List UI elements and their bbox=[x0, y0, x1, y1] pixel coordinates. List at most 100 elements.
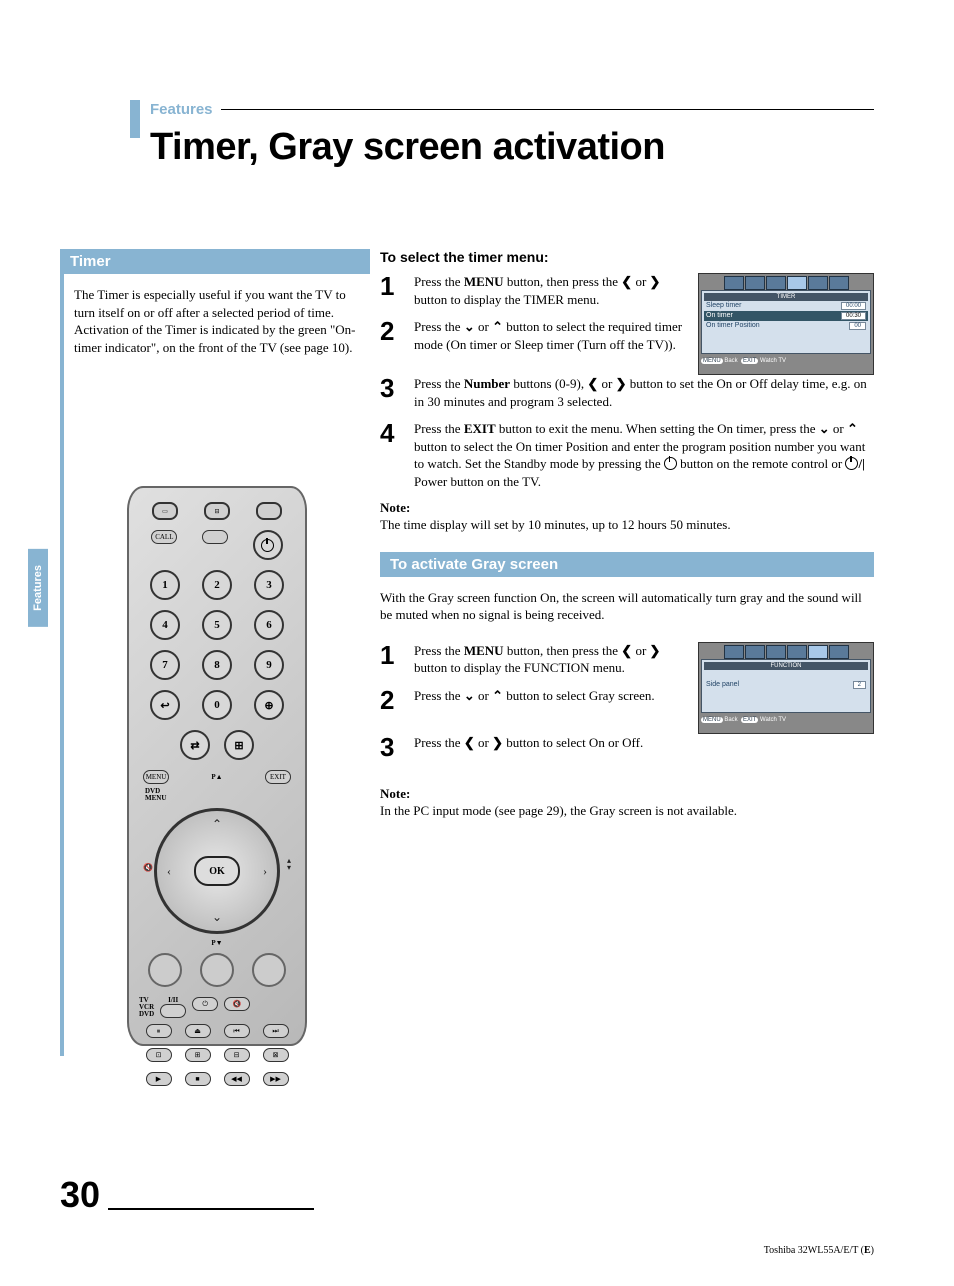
remote-btn-blank bbox=[256, 502, 282, 520]
vol-icon: 🔇 bbox=[143, 863, 153, 872]
arrow-up-icon: ⌃ bbox=[212, 817, 222, 832]
remote-btn-exit: EXIT bbox=[265, 770, 291, 784]
color-btn-red bbox=[148, 953, 182, 987]
color-btn-green bbox=[200, 953, 234, 987]
remote-btn-9: 9 bbox=[254, 650, 284, 680]
timer-step-1: Press the MENU button, then press the ❮ … bbox=[414, 273, 688, 308]
remote-btn-0: 0 bbox=[202, 690, 232, 720]
osd-row-label: On timer bbox=[706, 312, 733, 320]
remote-btn-tt1: ⊞ bbox=[185, 1048, 211, 1062]
remote-btn-rec: ⊡ bbox=[146, 1048, 172, 1062]
remote-btn-rew: ◀◀ bbox=[224, 1072, 250, 1086]
gray-step-3: Press the ❮ or ❯ button to select On or … bbox=[414, 734, 874, 760]
step-num-g2: 2 bbox=[380, 687, 414, 713]
timer-step-2: Press the ⌄ or ⌃ button to select the re… bbox=[414, 318, 688, 353]
remote-btn-7: 7 bbox=[150, 650, 180, 680]
page-title: Timer, Gray screen activation bbox=[150, 126, 874, 169]
gray-intro: With the Gray screen function On, the sc… bbox=[380, 589, 874, 624]
remote-btn-play: ▶ bbox=[146, 1072, 172, 1086]
step-num-1: 1 bbox=[380, 273, 414, 308]
step-num-3: 3 bbox=[380, 375, 414, 410]
osd-function: FUNCTION Side panel 2 MENU Back EXIT Watc… bbox=[698, 642, 874, 734]
remote-btn-picture-icon: ▭ bbox=[152, 502, 178, 520]
osd-timer: TIMER Sleep timer00:00 On timer00:30 On … bbox=[698, 273, 874, 375]
osd-row-value: 00:00 bbox=[841, 302, 866, 310]
remote-btn-next: ⏭ bbox=[263, 1024, 289, 1038]
remote-btn-tt2: ⊟ bbox=[224, 1048, 250, 1062]
osd-tab-icon bbox=[829, 645, 849, 659]
side-tab-features: Features bbox=[28, 549, 48, 627]
remote-dpad: ⌃ ⌄ ‹ › OK 🔇 ▴▾ bbox=[154, 808, 280, 934]
model-footer: Toshiba 32WL55A/E/T (E) bbox=[764, 1245, 874, 1256]
category-label: Features bbox=[150, 101, 213, 118]
select-timer-header: To select the timer menu: bbox=[380, 249, 874, 265]
remote-btn-teletext-icon: ⊟ bbox=[204, 502, 230, 520]
remote-label-pdown: P▼ bbox=[139, 940, 295, 947]
osd-foot-watch: Watch TV bbox=[760, 717, 786, 723]
remote-btn-eject: ⏏ bbox=[185, 1024, 211, 1038]
remote-btn-menu: MENU bbox=[143, 770, 169, 784]
remote-btn-ff: ▶▶ bbox=[263, 1072, 289, 1086]
osd-row-label: On timer Position bbox=[706, 322, 760, 330]
page-number-rule bbox=[108, 1208, 314, 1210]
osd-func-title: FUNCTION bbox=[704, 662, 868, 670]
remote-btn-4: 4 bbox=[150, 610, 180, 640]
vol-updown-icon: ▴▾ bbox=[287, 857, 291, 871]
osd-tab-icon bbox=[808, 645, 828, 659]
osd-tab-icon bbox=[745, 645, 765, 659]
power-icon bbox=[261, 539, 274, 552]
arrow-right-icon: › bbox=[263, 864, 267, 879]
osd-foot-exit: EXIT bbox=[741, 717, 758, 723]
step-num-g3: 3 bbox=[380, 734, 414, 760]
remote-btn-pause: ⏸ bbox=[146, 1024, 172, 1038]
osd-foot-menu: MENU bbox=[701, 717, 723, 723]
step-num-g1: 1 bbox=[380, 642, 414, 677]
gray-step-1: Press the MENU button, then press the ❮ … bbox=[414, 642, 688, 677]
osd-row-value: 2 bbox=[853, 681, 866, 689]
remote-btn-3: 3 bbox=[254, 570, 284, 600]
gray-header: To activate Gray screen bbox=[380, 552, 874, 577]
osd-tab-icon bbox=[766, 645, 786, 659]
osd-tab-icon bbox=[766, 276, 786, 290]
osd-row-value: 00:30 bbox=[841, 312, 866, 320]
step-num-4: 4 bbox=[380, 420, 414, 490]
gray-note-label: Note: bbox=[380, 786, 874, 802]
remote-btn-stop: ■ bbox=[185, 1072, 211, 1086]
category-rule bbox=[221, 109, 874, 110]
remote-btn-return: ↩ bbox=[150, 690, 180, 720]
remote-label-pup: P▲ bbox=[211, 774, 222, 781]
timer-step-3: Press the Number buttons (0-9), ❮ or ❯ b… bbox=[414, 375, 874, 410]
color-btn-yellow bbox=[252, 953, 286, 987]
gray-step-2: Press the ⌄ or ⌃ button to select Gray s… bbox=[414, 687, 688, 713]
remote-btn-1: 1 bbox=[150, 570, 180, 600]
osd-tab-icon bbox=[787, 645, 807, 659]
power-icon bbox=[845, 457, 858, 470]
osd-tab-icon bbox=[745, 276, 765, 290]
remote-btn-8: 8 bbox=[202, 650, 232, 680]
timer-note-label: Note: bbox=[380, 500, 874, 516]
remote-btn-audio bbox=[160, 1004, 186, 1018]
remote-btn-6: 6 bbox=[254, 610, 284, 640]
remote-btn-power bbox=[253, 530, 283, 560]
remote-illustration: ▭ ⊟ CALL 123 456 789 ↩0⊕ ⇄ ⊞ ME bbox=[127, 486, 307, 1046]
osd-row-label: Side panel bbox=[706, 681, 739, 689]
page-number: 30 bbox=[60, 1174, 100, 1216]
arrow-left-icon: ‹ bbox=[167, 864, 171, 879]
osd-foot-menu: MENU bbox=[701, 358, 723, 364]
remote-audio-label: I/II bbox=[160, 997, 186, 1004]
osd-timer-title: TIMER bbox=[704, 293, 868, 301]
osd-foot-back: Back bbox=[724, 717, 737, 723]
arrow-down-icon: ⌄ bbox=[212, 910, 222, 925]
remote-label-dvdmenu: DVD MENU bbox=[145, 788, 295, 802]
remote-btn-tt3: ⊠ bbox=[263, 1048, 289, 1062]
osd-tab-icon bbox=[829, 276, 849, 290]
osd-tab-icon bbox=[724, 645, 744, 659]
timer-intro: The Timer is especially useful if you wa… bbox=[64, 274, 370, 366]
power-icon bbox=[664, 457, 677, 470]
remote-btn-blank2 bbox=[202, 530, 228, 544]
osd-row-value: 00 bbox=[849, 322, 866, 330]
osd-foot-watch: Watch TV bbox=[760, 358, 786, 364]
remote-btn-mute: 🔇 bbox=[224, 997, 250, 1011]
remote-selector-label: TV VCR DVD bbox=[139, 997, 154, 1018]
remote-btn-5: 5 bbox=[202, 610, 232, 640]
